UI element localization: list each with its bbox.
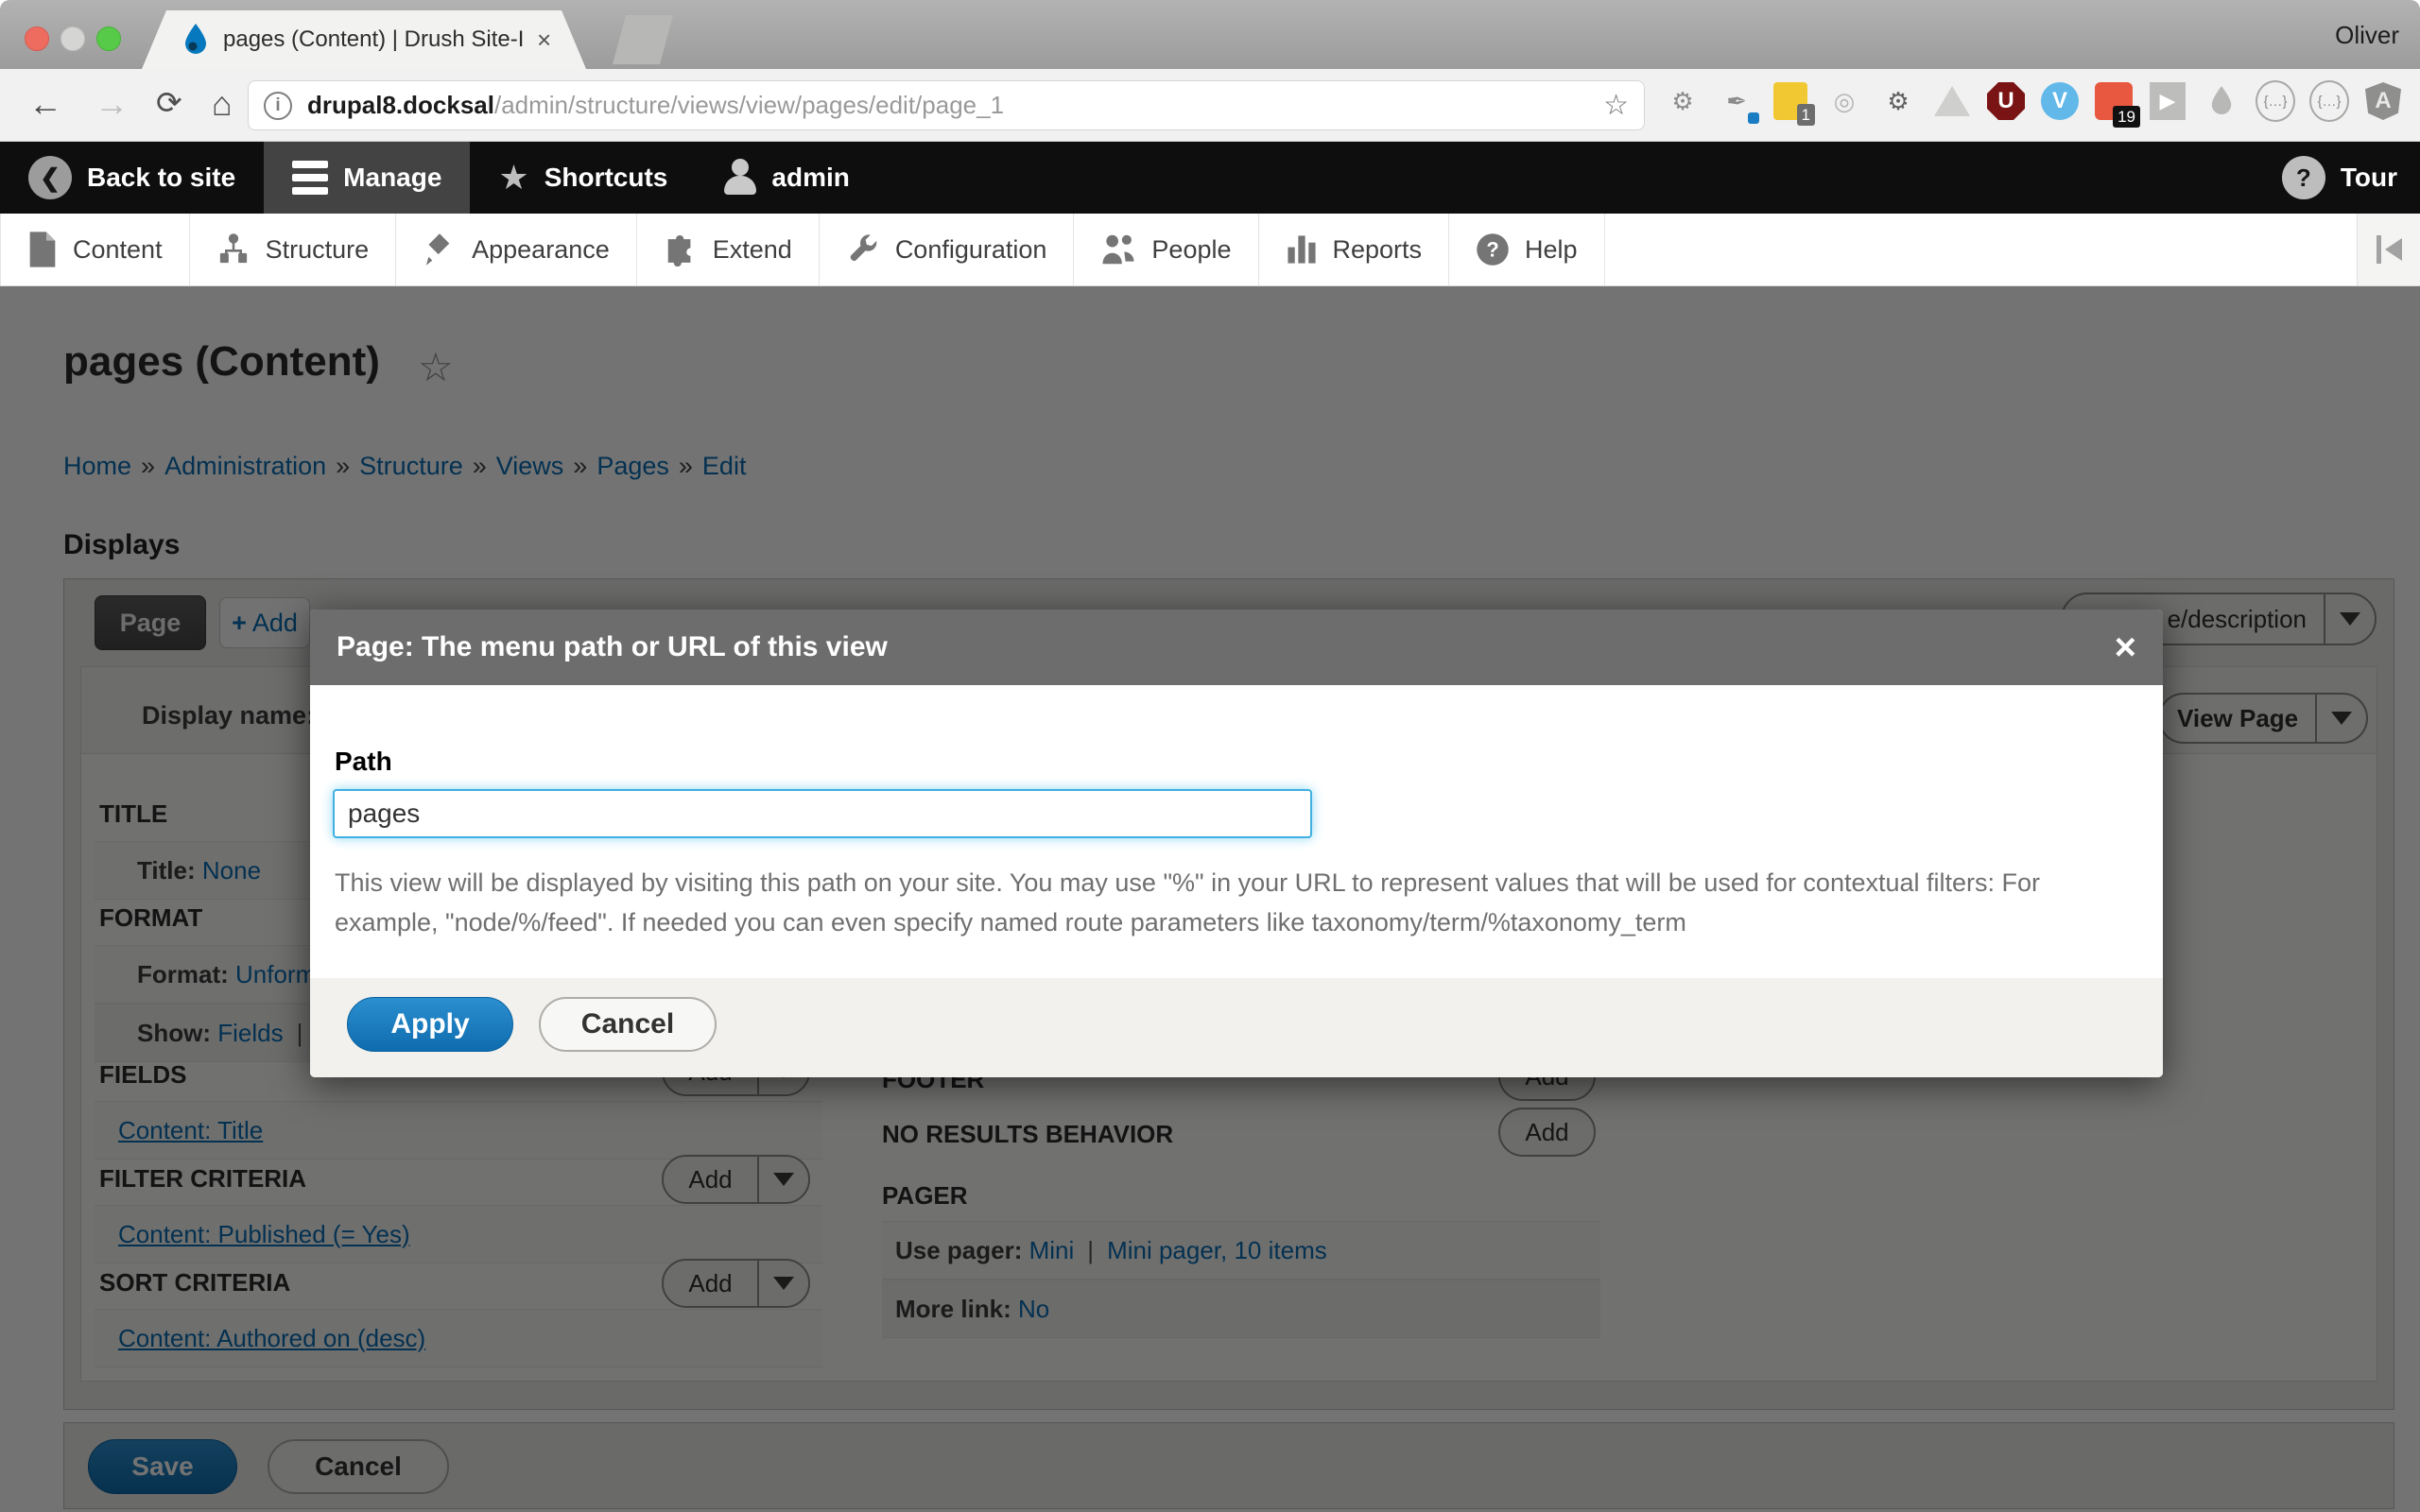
collapse-arrow — [2385, 238, 2402, 261]
shortcuts-label: Shortcuts — [544, 163, 668, 193]
drupal-admin-menu: Content Structure Appearance Extend Conf… — [0, 214, 2420, 286]
modal-header[interactable]: Page: The menu path or URL of this view … — [310, 610, 2163, 685]
angular-extension-icon[interactable]: A — [2362, 80, 2404, 122]
menu-item-help[interactable]: ? Help — [1449, 214, 1605, 285]
browser-nav-bar: ← → ⟳ ⌂ i drupal8.docksal/admin/structur… — [0, 69, 2420, 142]
site-info-icon[interactable]: i — [264, 92, 292, 120]
svg-text:?: ? — [1486, 238, 1498, 262]
shortcuts-button[interactable]: ★ Shortcuts — [470, 142, 696, 214]
admin-user-button[interactable]: admin — [696, 142, 877, 214]
collapse-icon — [2377, 235, 2381, 264]
document-icon — [27, 232, 58, 267]
home-icon[interactable]: ⌂ — [212, 84, 233, 124]
menu-item-label: Help — [1525, 235, 1578, 265]
close-icon[interactable]: × — [2115, 628, 2136, 666]
url-path: /admin/structure/views/view/pages/edit/p… — [494, 91, 1004, 119]
question-icon: ? — [2282, 156, 2325, 199]
close-window-button[interactable] — [25, 26, 49, 51]
drive-extension-icon[interactable] — [1931, 80, 1973, 122]
people-icon — [1100, 232, 1136, 266]
back-icon[interactable]: ← — [28, 84, 62, 124]
hamburger-icon — [292, 161, 328, 195]
menu-item-label: Appearance — [472, 235, 610, 265]
address-bar[interactable]: i drupal8.docksal/admin/structure/views/… — [248, 80, 1645, 130]
drupal-admin-toolbar: ❮ Back to site Manage ★ Shortcuts admin … — [0, 142, 2420, 214]
menu-item-reports[interactable]: Reports — [1259, 214, 1450, 285]
browser-menu-icon[interactable]: ⋮ — [2416, 80, 2420, 122]
tour-button[interactable]: ? Tour — [2282, 142, 2397, 214]
menu-collapse-button[interactable] — [2357, 214, 2420, 285]
apply-button[interactable]: Apply — [347, 997, 513, 1052]
modal-cancel-button[interactable]: Cancel — [539, 997, 717, 1052]
ublock-extension-icon[interactable]: U — [1985, 80, 2027, 122]
modal-title: Page: The menu path or URL of this view — [337, 631, 2115, 663]
menu-item-label: Structure — [266, 235, 370, 265]
new-tab-button[interactable] — [613, 15, 673, 64]
menu-item-people[interactable]: People — [1074, 214, 1258, 285]
menu-item-label: People — [1151, 235, 1231, 265]
code-extension-icon[interactable]: {…} — [2255, 80, 2296, 122]
menu-item-label: Extend — [713, 235, 792, 265]
menu-item-configuration[interactable]: Configuration — [820, 214, 1075, 285]
dark-gear-extension-icon[interactable]: ⚙ — [1877, 80, 1919, 122]
star-icon: ★ — [498, 158, 528, 198]
path-description: This view will be displayed by visiting … — [335, 863, 2135, 942]
bar-chart-icon — [1286, 233, 1318, 266]
colorpicker-badge — [1748, 112, 1759, 124]
extensions-row: ⚙ ✒ 1 ◎ ⚙ U V 19 ▶ {…} {…} A ⋮ — [1662, 80, 2420, 122]
org-chart-icon — [216, 232, 251, 266]
menu-item-label: Reports — [1333, 235, 1423, 265]
drupal-extension-icon[interactable] — [2201, 80, 2242, 122]
back-chevron-icon: ❮ — [28, 156, 72, 199]
menu-item-content[interactable]: Content — [0, 214, 190, 285]
onetab-extension-icon[interactable]: 1 — [1770, 80, 1811, 122]
gear-extension-icon[interactable]: ⚙ — [1662, 80, 1703, 122]
menu-item-appearance[interactable]: Appearance — [396, 214, 637, 285]
browser-profile-name[interactable]: Oliver — [2335, 21, 2399, 50]
zoom-window-button[interactable] — [96, 26, 121, 51]
browser-tab[interactable]: pages (Content) | Drush Site-I × — [142, 10, 586, 69]
manage-button[interactable]: Manage — [264, 142, 470, 214]
back-to-site-button[interactable]: ❮ Back to site — [0, 142, 264, 214]
url-domain: drupal8.docksal — [307, 91, 494, 119]
forward-icon[interactable]: → — [95, 84, 129, 124]
path-input[interactable] — [333, 789, 1312, 838]
camera-extension-icon[interactable]: ◎ — [1824, 80, 1865, 122]
menu-item-structure[interactable]: Structure — [190, 214, 397, 285]
wrench-icon — [846, 232, 880, 266]
user-icon — [724, 159, 756, 197]
paintbrush-icon — [423, 232, 457, 266]
tab-close-icon[interactable]: × — [537, 26, 551, 55]
todoist-badge: 19 — [2113, 106, 2140, 128]
tour-label: Tour — [2341, 163, 2397, 193]
drupal-favicon — [182, 24, 210, 56]
menu-item-extend[interactable]: Extend — [637, 214, 820, 285]
todoist-extension-icon[interactable]: 19 — [2093, 80, 2135, 122]
path-modal: Page: The menu path or URL of this view … — [310, 610, 2163, 1077]
player-extension-icon[interactable]: ▶ — [2147, 80, 2188, 122]
onetab-badge: 1 — [1797, 104, 1815, 126]
manage-label: Manage — [343, 163, 441, 193]
puzzle-icon — [664, 232, 698, 266]
minimize-window-button[interactable] — [60, 26, 85, 51]
admin-label: admin — [771, 163, 849, 193]
menu-item-label: Configuration — [895, 235, 1047, 265]
video-extension-icon[interactable]: V — [2039, 80, 2081, 122]
tab-title: pages (Content) | Drush Site-I — [223, 26, 535, 53]
code2-extension-icon[interactable]: {…} — [2308, 80, 2350, 122]
menu-item-label: Content — [73, 235, 163, 265]
colorpicker-extension-icon[interactable]: ✒ — [1716, 80, 1757, 122]
path-field-label: Path — [335, 747, 392, 777]
help-icon: ? — [1476, 232, 1510, 266]
back-to-site-label: Back to site — [87, 163, 235, 193]
mac-titlebar: pages (Content) | Drush Site-I × Oliver — [0, 0, 2420, 69]
reload-icon[interactable]: ⟳ — [156, 84, 182, 121]
url-text: drupal8.docksal/admin/structure/views/vi… — [307, 91, 1603, 120]
bookmark-star-icon[interactable]: ☆ — [1603, 89, 1629, 122]
